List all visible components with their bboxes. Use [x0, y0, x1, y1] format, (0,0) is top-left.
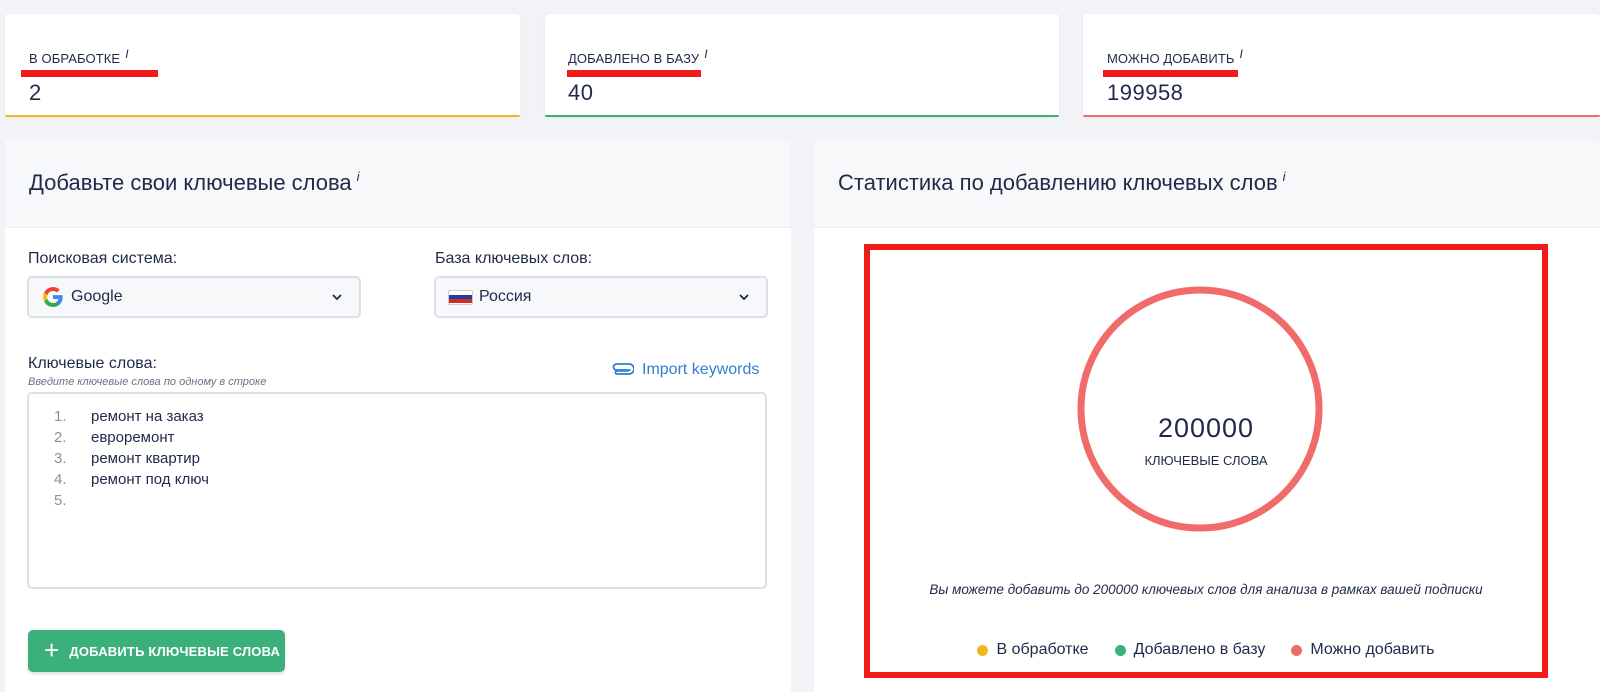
- db-label: База ключевых слов:: [435, 250, 593, 267]
- engine-label: Поисковая система:: [28, 250, 178, 267]
- info-icon[interactable]: i: [125, 47, 128, 61]
- db-select[interactable]: Россия: [434, 276, 768, 318]
- chevron-down-icon: [738, 290, 750, 308]
- chart-total: 200000: [1157, 413, 1255, 443]
- google-icon: [41, 285, 65, 309]
- stat-card-added: ДОБАВЛЕНО В БАЗУ i 40: [545, 14, 1059, 117]
- keywords-label: Ключевые слова:: [28, 355, 157, 372]
- stat-bar-added: [545, 115, 1059, 117]
- plus-icon: +: [44, 635, 60, 665]
- stat-label-processing: В ОБРАБОТКЕ i: [29, 47, 129, 66]
- russia-flag-icon: [448, 289, 473, 305]
- chart-total-label: КЛЮЧЕВЫЕ СЛОВА: [1144, 453, 1268, 468]
- highlight-underline: [21, 70, 158, 77]
- keyword-line: 1. ремонт на заказ: [54, 408, 204, 425]
- stat-bar-processing: [5, 115, 520, 117]
- legend-dot: [1114, 644, 1126, 656]
- legend-item-processing[interactable]: В обработке: [977, 641, 1089, 659]
- info-icon[interactable]: i: [1240, 47, 1243, 61]
- stat-bar-available: [1083, 115, 1600, 117]
- chevron-down-icon: [331, 290, 343, 308]
- stat-value-added: 40: [568, 80, 594, 105]
- chart-highlight-box: 200000 КЛЮЧЕВЫЕ СЛОВА Вы можете добавить…: [864, 244, 1548, 678]
- legend-label: В обработке: [996, 641, 1089, 658]
- stat-label-available: МОЖНО ДОБАВИТЬ i: [1107, 47, 1243, 66]
- info-icon[interactable]: i: [357, 169, 360, 184]
- keyword-line: 2. евроремонт: [54, 429, 175, 446]
- paperclip-icon: [610, 363, 642, 377]
- import-keywords-label: Import keywords: [642, 361, 760, 378]
- stat-value-available: 199958: [1107, 80, 1184, 105]
- donut-slice-available[interactable]: [1077, 286, 1323, 532]
- engine-select[interactable]: Google: [27, 276, 361, 318]
- panel-header: Статистика по добавлению ключевых слов i: [814, 140, 1600, 228]
- stat-card-processing: В ОБРАБОТКЕ i 2: [5, 14, 520, 117]
- panel-title: Добавьте свои ключевые слова i: [29, 169, 360, 195]
- keywords-textarea[interactable]: 1. ремонт на заказ 2. евроремонт 3. ремонт …: [27, 392, 767, 589]
- import-keywords-link[interactable]: Import keywords: [610, 361, 759, 379]
- stat-value-processing: 2: [29, 80, 42, 105]
- panel-header: Добавьте свои ключевые слова i: [5, 140, 791, 228]
- info-icon[interactable]: i: [704, 47, 707, 61]
- highlight-underline: [1103, 70, 1238, 77]
- legend-label: Добавлено в базу: [1133, 641, 1266, 658]
- legend-dot: [977, 644, 989, 656]
- db-value: Россия: [479, 288, 532, 305]
- stat-card-available: МОЖНО ДОБАВИТЬ i 199958: [1083, 14, 1600, 117]
- chart-note: Вы можете добавить до 200000 ключевых сл…: [929, 582, 1483, 597]
- keyword-line: 3. ремонт квартир: [54, 450, 200, 467]
- keyword-line: 5.: [54, 492, 67, 509]
- keywords-hint: Введите ключевые слова по одному в строк…: [28, 376, 267, 388]
- info-icon[interactable]: i: [1283, 169, 1286, 184]
- legend-dot: [1291, 644, 1303, 656]
- chart-legend: В обработке Добавлено в базу Можно добав…: [870, 641, 1542, 659]
- legend-item-added[interactable]: Добавлено в базу: [1114, 641, 1266, 659]
- add-keywords-label: ДОБАВИТЬ КЛЮЧЕВЫЕ СЛОВА: [69, 643, 281, 659]
- legend-label: Можно добавить: [1310, 641, 1435, 658]
- stat-label-added: ДОБАВЛЕНО В БАЗУ i: [568, 47, 708, 66]
- highlight-underline: [567, 70, 701, 77]
- panel-title: Статистика по добавлению ключевых слов i: [838, 169, 1286, 195]
- legend-item-available[interactable]: Можно добавить: [1291, 641, 1435, 659]
- add-keywords-button[interactable]: + ДОБАВИТЬ КЛЮЧЕВЫЕ СЛОВА: [28, 630, 285, 672]
- engine-value: Google: [71, 288, 123, 305]
- keyword-line: 4. ремонт под ключ: [54, 471, 209, 488]
